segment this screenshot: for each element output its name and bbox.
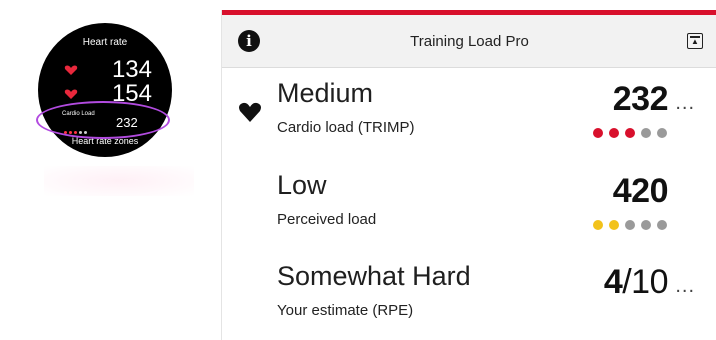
list-item-perceived-load[interactable]: Low Perceived load 420	[222, 170, 716, 250]
heart-icon	[64, 65, 78, 75]
heart-icon	[239, 102, 261, 122]
list-item-rpe[interactable]: Somewhat Hard Your estimate (RPE) 4/10 .…	[222, 261, 716, 333]
row-subtitle: Cardio load (TRIMP)	[277, 119, 415, 136]
dot	[657, 128, 667, 138]
more-button[interactable]: ...	[675, 275, 695, 298]
row-title: Low	[277, 170, 327, 200]
dot	[625, 220, 635, 230]
dot	[625, 128, 635, 138]
row-subtitle: Your estimate (RPE)	[277, 302, 414, 319]
row-title: Somewhat Hard	[277, 261, 471, 291]
watch-hr-value: 134	[111, 56, 152, 83]
row-value: 420	[612, 172, 669, 210]
dot	[657, 220, 667, 230]
load-dots	[587, 217, 667, 235]
row-title: Medium	[277, 78, 374, 108]
app-header: i Training Load Pro ▲	[222, 15, 716, 68]
dot	[593, 220, 603, 230]
rpe-value: 4	[603, 263, 623, 301]
heart-icon	[64, 89, 78, 99]
watch-face: Heart rate 134 154 Cardio Load 232 Heart…	[36, 23, 172, 157]
rpe-denominator: /10	[622, 263, 668, 301]
dot	[641, 128, 651, 138]
row-value: 232	[612, 80, 669, 118]
row-subtitle: Perceived load	[277, 211, 377, 228]
list-item-cardio-load[interactable]: Medium Cardio load (TRIMP) 232 ...	[222, 78, 716, 158]
highlight-ring	[36, 101, 170, 139]
page-title: Training Load Pro	[410, 33, 529, 50]
dot	[609, 220, 619, 230]
more-button[interactable]: ...	[675, 92, 695, 115]
dot	[609, 128, 619, 138]
dot	[641, 220, 651, 230]
reflection-blur	[44, 166, 194, 196]
dot	[593, 128, 603, 138]
app-panel: i Training Load Pro ▲ Medium Cardio load…	[221, 10, 716, 340]
load-dots	[587, 125, 667, 143]
watch-title: Heart rate	[82, 37, 128, 48]
row-value: 4/10	[603, 263, 669, 302]
export-icon[interactable]: ▲	[687, 33, 703, 49]
